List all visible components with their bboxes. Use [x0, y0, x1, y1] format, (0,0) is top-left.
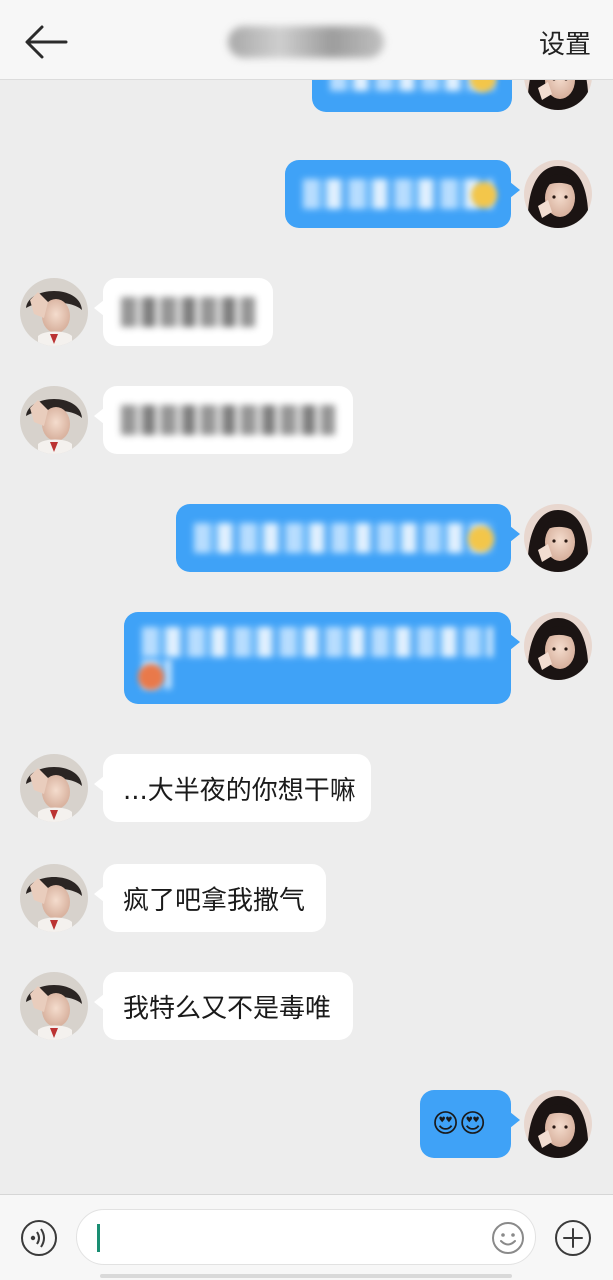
avatar-image — [20, 754, 88, 822]
contact-avatar[interactable] — [20, 864, 88, 932]
smiley-icon — [492, 1222, 524, 1254]
avatar-image — [20, 972, 88, 1040]
message-row — [0, 160, 613, 230]
text-caret — [97, 1224, 100, 1252]
plus-icon — [555, 1220, 591, 1256]
avatar-image — [524, 504, 592, 572]
voice-button[interactable] — [20, 1219, 58, 1257]
message-row: 😍😍 — [0, 1090, 613, 1160]
emoji-button[interactable] — [491, 1221, 525, 1255]
back-button[interactable] — [22, 22, 70, 62]
message-row — [0, 504, 613, 574]
my-avatar[interactable] — [524, 612, 592, 680]
voice-icon — [21, 1220, 57, 1256]
message-bubble-incoming[interactable] — [94, 386, 353, 454]
blurred-message-text — [121, 405, 335, 435]
avatar-image — [524, 612, 592, 680]
message-row: 我特么又不是毒唯 — [0, 972, 613, 1042]
message-bubble-incoming[interactable]: 我特么又不是毒唯 — [94, 972, 353, 1040]
message-row: ...大半夜的你想干嘛 — [0, 754, 613, 824]
emoji-icon — [138, 664, 164, 690]
blurred-message-text — [303, 179, 493, 209]
my-avatar[interactable] — [524, 160, 592, 228]
arrow-left-icon — [25, 25, 68, 59]
message-bubble-outgoing[interactable]: 😍😍 — [420, 1090, 520, 1158]
blurred-message-text — [121, 297, 255, 327]
message-bubble-outgoing[interactable] — [312, 80, 512, 112]
message-bubble-incoming[interactable]: ...大半夜的你想干嘛 — [94, 754, 371, 822]
message-text: 疯了吧拿我撒气 — [123, 885, 306, 916]
message-bubble-incoming[interactable]: 疯了吧拿我撒气 — [94, 864, 326, 932]
contact-avatar[interactable] — [20, 972, 88, 1040]
message-bubble-outgoing[interactable] — [176, 504, 520, 572]
blurred-message-text — [142, 627, 493, 657]
message-text: 我特么又不是毒唯 — [123, 993, 332, 1024]
avatar-image — [524, 1090, 592, 1158]
contact-avatar[interactable] — [20, 386, 88, 454]
emoji-icon — [468, 526, 494, 552]
message-bubble-incoming[interactable] — [94, 278, 273, 346]
contact-avatar[interactable] — [20, 278, 88, 346]
avatar-image — [20, 278, 88, 346]
home-indicator — [100, 1274, 512, 1278]
blurred-message-text — [194, 523, 493, 553]
message-row: 疯了吧拿我撒气 — [0, 864, 613, 934]
message-input[interactable] — [76, 1209, 536, 1265]
avatar-image — [20, 386, 88, 454]
settings-button[interactable]: 设置 — [539, 24, 591, 61]
my-avatar[interactable] — [524, 504, 592, 572]
message-row — [0, 612, 613, 706]
message-row — [0, 386, 613, 456]
contact-name-blurred — [228, 26, 384, 58]
avatar-image — [524, 160, 592, 228]
contact-avatar[interactable] — [20, 754, 88, 822]
message-row — [0, 278, 613, 348]
emoji-icon — [471, 182, 497, 208]
message-text: ...大半夜的你想干嘛 — [123, 775, 356, 806]
my-avatar[interactable] — [524, 80, 592, 110]
my-avatar[interactable] — [524, 1090, 592, 1158]
message-text: 😍😍 — [432, 1109, 487, 1139]
message-row — [0, 80, 613, 120]
composer-bar — [0, 1194, 613, 1280]
avatar-image — [524, 80, 592, 110]
avatar-image — [20, 864, 88, 932]
message-list[interactable]: ...大半夜的你想干嘛 疯了吧拿我撒气 我特么又不是毒唯 😍😍 — [0, 80, 613, 1194]
message-bubble-outgoing[interactable] — [285, 160, 520, 228]
add-button[interactable] — [554, 1219, 592, 1257]
message-bubble-outgoing[interactable] — [124, 612, 520, 704]
chat-header: 设置 — [0, 0, 613, 80]
